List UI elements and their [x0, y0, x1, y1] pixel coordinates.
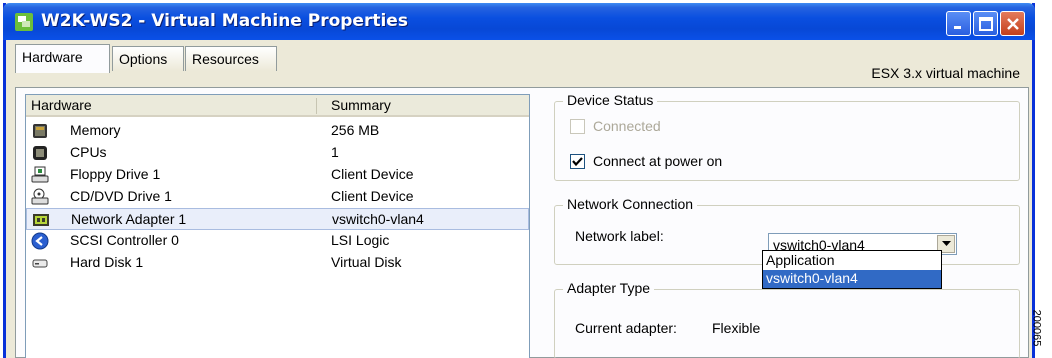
- hardware-row-floppy[interactable]: Floppy Drive 1 Client Device: [26, 164, 529, 186]
- hardware-row-scsi[interactable]: SCSI Controller 0 LSI Logic: [26, 230, 529, 252]
- device-status-legend: Device Status: [563, 92, 658, 108]
- hardware-item-name: Floppy Drive 1: [70, 166, 161, 182]
- hardware-item-summary: LSI Logic: [331, 232, 390, 248]
- properties-window: W2K-WS2 - Virtual Machine Properties Har…: [3, 3, 1035, 358]
- hardware-item-name: CD/DVD Drive 1: [70, 188, 172, 204]
- minimize-icon: [953, 25, 961, 29]
- chevron-down-icon: [941, 241, 951, 246]
- hardware-row-network-adapter[interactable]: Network Adapter 1 vswitch0-vlan4: [26, 208, 529, 230]
- adapter-type-group: Adapter Type Current adapter: Flexible: [554, 280, 1020, 358]
- hardware-row-cd-dvd[interactable]: CD/DVD Drive 1 Client Device: [26, 186, 529, 208]
- window-title: W2K-WS2 - Virtual Machine Properties: [41, 11, 408, 31]
- hardware-item-summary: Client Device: [331, 188, 414, 204]
- connect-at-power-on-label: Connect at power on: [593, 153, 723, 169]
- current-adapter-value: Flexible: [712, 320, 761, 336]
- cpu-icon: [33, 146, 47, 160]
- floppy-drive-icon: [31, 166, 49, 183]
- hardware-item-summary: Virtual Disk: [331, 254, 402, 270]
- title-bar[interactable]: W2K-WS2 - Virtual Machine Properties: [3, 3, 1035, 40]
- hardware-item-name: SCSI Controller 0: [70, 232, 179, 248]
- maximize-button[interactable]: [973, 11, 998, 36]
- hardware-item-summary: Client Device: [331, 166, 414, 182]
- tab-panel-hardware: Hardware Summary Memory 256 MB CPUs 1 Fl…: [15, 87, 1029, 358]
- hardware-list-header: Hardware Summary: [26, 95, 529, 117]
- connect-at-power-on-checkbox[interactable]: [570, 154, 585, 169]
- adapter-type-legend: Adapter Type: [563, 280, 655, 296]
- hardware-row-cpus[interactable]: CPUs 1: [26, 142, 529, 164]
- vm-version-label: ESX 3.x virtual machine: [871, 65, 1020, 81]
- cd-dvd-drive-icon: [31, 188, 49, 205]
- scsi-controller-icon: [31, 232, 49, 250]
- tab-resources[interactable]: Resources: [185, 46, 277, 71]
- hardware-item-name: CPUs: [70, 144, 107, 160]
- hardware-item-name: Network Adapter 1: [71, 211, 187, 227]
- close-button[interactable]: [1000, 11, 1025, 36]
- column-header-hardware[interactable]: Hardware: [31, 97, 92, 113]
- network-label-caption: Network label:: [575, 228, 664, 244]
- hard-disk-icon: [32, 259, 48, 268]
- network-connection-legend: Network Connection: [563, 196, 698, 212]
- network-adapter-icon: [33, 214, 49, 226]
- tab-hardware[interactable]: Hardware: [15, 44, 110, 73]
- connected-checkbox[interactable]: [570, 119, 585, 134]
- dropdown-option-vswitch0-vlan4[interactable]: vswitch0-vlan4: [763, 270, 941, 288]
- checkmark-icon: [572, 157, 583, 167]
- tab-options[interactable]: Options: [112, 46, 184, 71]
- hardware-row-memory[interactable]: Memory 256 MB: [26, 120, 529, 142]
- figure-code-text: 200065: [1030, 309, 1043, 347]
- column-header-summary[interactable]: Summary: [331, 97, 391, 113]
- vm-app-icon: [15, 13, 33, 31]
- current-adapter-label: Current adapter:: [575, 320, 677, 336]
- hardware-item-summary: vswitch0-vlan4: [332, 211, 424, 227]
- dropdown-option-application[interactable]: Application: [763, 252, 941, 270]
- hardware-item-summary: 1: [331, 144, 339, 160]
- column-divider[interactable]: [316, 98, 317, 114]
- device-status-group: Device Status Connected Connect at power…: [554, 92, 1020, 181]
- minimize-button[interactable]: [946, 11, 971, 36]
- hardware-item-name: Memory: [70, 122, 121, 138]
- hardware-item-summary: 256 MB: [331, 122, 380, 138]
- figure-code: 200065: [1030, 304, 1052, 354]
- hardware-list[interactable]: Hardware Summary Memory 256 MB CPUs 1 Fl…: [25, 94, 530, 358]
- memory-icon: [33, 124, 47, 138]
- hardware-row-hard-disk[interactable]: Hard Disk 1 Virtual Disk: [26, 252, 529, 274]
- maximize-icon: [978, 16, 993, 31]
- network-label-dropdown-list[interactable]: Application vswitch0-vlan4: [762, 250, 942, 289]
- close-icon: [1006, 17, 1019, 30]
- connected-label: Connected: [593, 118, 661, 134]
- hardware-item-name: Hard Disk 1: [70, 254, 144, 270]
